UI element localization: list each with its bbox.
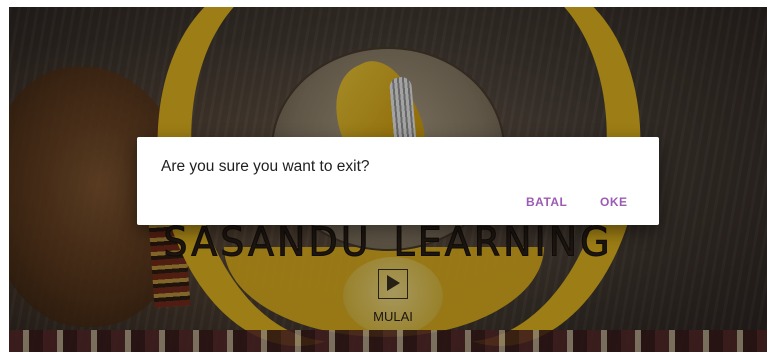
dialog-message: Are you sure you want to exit? bbox=[161, 158, 370, 175]
ok-button[interactable]: OKE bbox=[592, 189, 636, 215]
screen: SASANDU_LEARNING MULAI Are you sure you … bbox=[0, 0, 777, 352]
exit-confirmation-dialog: Are you sure you want to exit? BATAL OKE bbox=[137, 137, 659, 225]
cancel-button[interactable]: BATAL bbox=[518, 189, 575, 215]
